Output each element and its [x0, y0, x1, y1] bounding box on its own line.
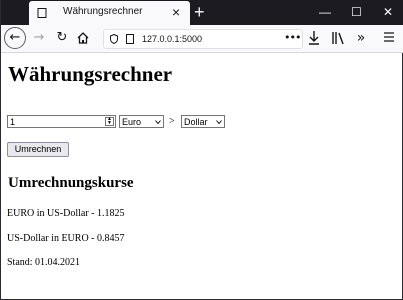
page-actions-icon[interactable]: •••	[284, 31, 301, 45]
address-bar[interactable]: 127.0.0.1:5000 •••	[103, 29, 303, 49]
page-title: Währungsrechner	[8, 62, 173, 86]
rates-date: Stand: 01.04.2021	[7, 257, 81, 268]
window-close-icon[interactable]: ✕	[383, 5, 393, 19]
rates-heading: Umrechnungskurse	[8, 175, 134, 191]
from-currency-value: Euro	[122, 117, 142, 127]
new-tab-icon[interactable]: +	[194, 1, 205, 23]
chevron-down-icon	[155, 120, 161, 125]
from-currency-select[interactable]: Euro	[119, 115, 164, 128]
download-icon[interactable]	[307, 30, 321, 46]
url-text: 127.0.0.1:5000	[142, 34, 203, 44]
convert-button[interactable]: Umrechnen	[7, 142, 69, 157]
hamburger-menu-icon[interactable]	[383, 31, 395, 43]
browser-window: Währungsrechner × + — ☐ ✕ ← → ↻ 127.0.0.…	[0, 0, 403, 300]
amount-input[interactable]: 1 ▲ ▼	[7, 115, 116, 128]
tab-close-icon[interactable]: ×	[172, 4, 180, 20]
nav-toolbar: ← → ↻ 127.0.0.1:5000 ••• »	[1, 25, 403, 53]
overflow-menu-icon[interactable]: »	[351, 28, 371, 48]
tab-title: Währungsrechner	[63, 6, 143, 17]
to-currency-value: Dollar	[184, 117, 208, 127]
amount-value: 1	[10, 117, 16, 127]
title-bar: Währungsrechner × + — ☐ ✕	[1, 0, 403, 25]
conversion-arrow: >	[169, 116, 175, 127]
number-stepper-icon[interactable]: ▲ ▼	[105, 117, 114, 126]
back-icon[interactable]: ←	[4, 27, 26, 49]
reload-icon[interactable]: ↻	[52, 28, 72, 48]
browser-tab[interactable]: Währungsrechner ×	[29, 1, 190, 25]
maximize-icon[interactable]: ☐	[351, 5, 362, 19]
chevron-down-icon	[216, 120, 222, 125]
library-icon[interactable]	[331, 30, 347, 46]
page-favicon-icon	[37, 8, 47, 18]
minimize-icon[interactable]: —	[319, 5, 331, 19]
home-icon[interactable]	[76, 31, 90, 45]
rate-usd-eur: US-Dollar in EURO - 0.8457	[7, 233, 125, 244]
tracking-shield-icon[interactable]	[110, 34, 118, 44]
rate-eur-usd: EURO in US-Dollar - 1.1825	[7, 208, 125, 219]
page-info-icon[interactable]	[126, 34, 134, 44]
forward-icon[interactable]: →	[29, 28, 49, 48]
to-currency-select[interactable]: Dollar	[181, 115, 225, 128]
